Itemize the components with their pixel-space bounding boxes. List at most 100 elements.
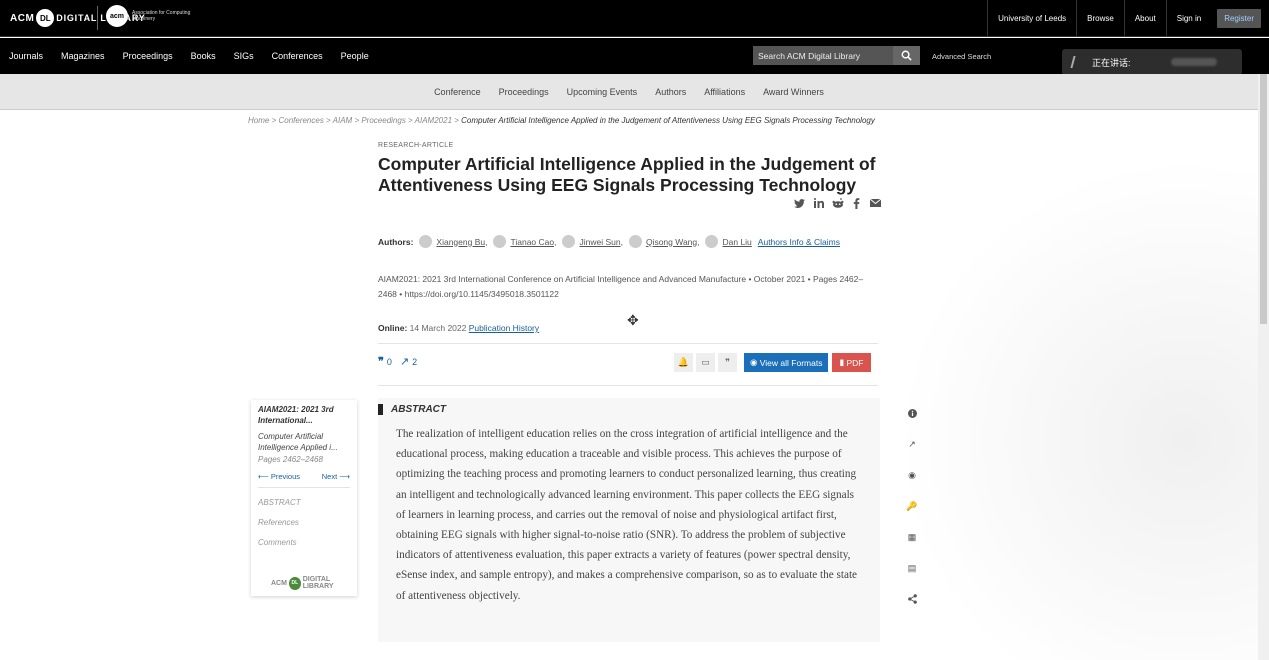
sidebar-link-abstract[interactable]: ABSTRACT	[258, 498, 350, 507]
online-date: 14 March 2022	[409, 323, 467, 333]
breadcrumb-aiam2021[interactable]: AIAM2021	[415, 116, 452, 125]
search-input[interactable]: Search ACM Digital Library	[753, 46, 893, 65]
subnav-authors[interactable]: Authors	[646, 87, 695, 97]
sidebar-logo-text: DIGITAL LIBRARY	[302, 576, 334, 590]
article-sidebar-card: AIAM2021: 2021 3rd International... Comp…	[251, 400, 357, 596]
share-icon[interactable]	[904, 591, 920, 607]
eye-icon[interactable]: ◉	[904, 467, 920, 483]
nav-journals[interactable]: Journals	[0, 51, 52, 61]
online-label: Online:	[378, 323, 408, 333]
avatar	[562, 235, 576, 248]
acm-logo[interactable]: acm Association for Computing Machinery	[106, 5, 202, 27]
sidebar-link-comments[interactable]: Comments	[258, 538, 350, 547]
abstract-text: The realization of intelligent education…	[396, 428, 858, 602]
sidebar-conference[interactable]: AIAM2021: 2021 3rd International...	[258, 404, 350, 426]
publication-info: AIAM2021: 2021 3rd International Confere…	[378, 274, 864, 299]
authors-label: Authors:	[378, 236, 414, 247]
article-actions: 🔔 ▭ ❞ ◉ View all Formats ▮ PDF	[674, 353, 871, 372]
logo-divider	[97, 6, 98, 30]
online-date-row: Online: 14 March 2022 Publication Histor…	[378, 323, 539, 333]
search-icon	[901, 50, 912, 61]
downloads-trend-icon: ↗	[399, 356, 410, 368]
author-name: Qisong Wang,	[645, 236, 700, 247]
author-link[interactable]: Jinwei Sun,	[562, 235, 623, 248]
sidebar-link-references[interactable]: References	[258, 518, 350, 527]
view-all-formats-label: View all Formats	[759, 357, 823, 368]
next-link[interactable]: Next ⟶	[322, 472, 350, 481]
download-count: 2	[412, 356, 418, 367]
pdf-label: PDF	[846, 357, 864, 368]
microphone-icon	[1070, 56, 1084, 68]
subnav-upcoming-events[interactable]: Upcoming Events	[558, 87, 647, 97]
author-link[interactable]: Dan Liu	[705, 235, 752, 248]
media-icon[interactable]: ▦	[904, 529, 920, 545]
author-link[interactable]: Tianao Cao,	[493, 235, 556, 248]
breadcrumb-home[interactable]: Home	[248, 116, 269, 125]
metrics-trend-icon[interactable]: ↗	[904, 436, 920, 452]
acm-association-text: Association for Computing Machinery	[132, 10, 191, 22]
advanced-search-link[interactable]: Advanced Search	[932, 52, 991, 61]
divider	[378, 385, 878, 386]
subnav-conference[interactable]: Conference	[425, 87, 490, 97]
nav-proceedings[interactable]: Proceedings	[114, 51, 182, 61]
top-link-about[interactable]: About	[1123, 0, 1166, 37]
authors-info-claims-link[interactable]: Authors Info & Claims	[758, 237, 840, 247]
breadcrumb-proceedings[interactable]: Proceedings	[361, 116, 405, 125]
avatar	[705, 235, 719, 248]
speaking-overlay: 正在讲话:	[1062, 49, 1242, 75]
register-button[interactable]: Register	[1217, 9, 1261, 28]
search-button[interactable]	[893, 46, 920, 65]
page-scrollbar[interactable]	[1258, 74, 1269, 660]
share-icons	[788, 197, 883, 209]
reddit-icon[interactable]	[830, 197, 845, 209]
pdf-button[interactable]: ▮ PDF	[832, 353, 871, 372]
sidebar-logo-badge: DL	[288, 576, 301, 590]
top-link-sign-in[interactable]: Sign in	[1165, 0, 1211, 37]
nav-magazines[interactable]: Magazines	[52, 51, 114, 61]
article-title: Computer Artificial Intelligence Applied…	[378, 154, 876, 195]
breadcrumb-aiam[interactable]: AIAM	[333, 116, 353, 125]
breadcrumb-current: Computer Artificial Intelligence Applied…	[461, 116, 875, 125]
cite-quote-icon[interactable]: ❞	[718, 353, 737, 372]
nav-books[interactable]: Books	[182, 51, 225, 61]
top-nav: University of Leeds Browse About Sign in…	[987, 0, 1269, 37]
subnav-affiliations[interactable]: Affiliations	[695, 87, 754, 97]
top-bar: ACM DL DIGITAL LIBRARY acm Association f…	[0, 0, 1269, 37]
search-bar: Search ACM Digital Library	[753, 46, 920, 65]
avatar	[493, 235, 507, 248]
info-icon[interactable]	[904, 405, 920, 421]
avatar	[628, 235, 642, 248]
acm-circle-logo: acm	[106, 5, 128, 27]
logo-acm-text: ACM	[10, 12, 35, 24]
nav-sigs[interactable]: SIGs	[225, 51, 263, 61]
subnav-proceedings[interactable]: Proceedings	[490, 87, 558, 97]
view-all-formats-button[interactable]: ◉ View all Formats	[744, 353, 829, 372]
author-link[interactable]: Xiangeng Bu,	[419, 235, 487, 248]
author-name: Jinwei Sun,	[579, 236, 623, 247]
email-icon[interactable]	[868, 197, 883, 209]
author-link[interactable]: Qisong Wang,	[628, 235, 700, 248]
divider	[378, 343, 878, 344]
move-cursor-icon: ✥	[627, 312, 639, 328]
top-link-institution[interactable]: University of Leeds	[987, 0, 1076, 37]
key-icon[interactable]: 🔑	[904, 498, 920, 514]
speaking-label: 正在讲话:	[1092, 57, 1131, 68]
article-type: RESEARCH-ARTICLE	[378, 142, 454, 149]
alert-bell-icon[interactable]: 🔔	[674, 353, 693, 372]
twitter-icon[interactable]	[792, 197, 807, 209]
add-to-binder-icon[interactable]: ▭	[696, 353, 715, 372]
nav-people[interactable]: People	[332, 51, 378, 61]
article-metrics[interactable]: ❞ 0 ↗ 2	[378, 355, 417, 368]
previous-link[interactable]: ⟵ Previous	[258, 472, 300, 481]
linkedin-icon[interactable]	[811, 197, 826, 209]
subnav-award-winners[interactable]: Award Winners	[754, 87, 833, 97]
scrollbar-thumb[interactable]	[1260, 74, 1267, 324]
publication-history-link[interactable]: Publication History	[469, 323, 539, 333]
table-icon[interactable]: ▤	[904, 560, 920, 576]
facebook-icon[interactable]	[849, 197, 864, 209]
authors-row: Authors: Xiangeng Bu, Tianao Cao, Jinwei…	[378, 235, 840, 248]
top-link-browse[interactable]: Browse	[1076, 0, 1124, 37]
pdf-file-icon: ▮	[839, 357, 847, 367]
nav-conferences[interactable]: Conferences	[263, 51, 332, 61]
breadcrumb-conferences[interactable]: Conferences	[278, 116, 323, 125]
